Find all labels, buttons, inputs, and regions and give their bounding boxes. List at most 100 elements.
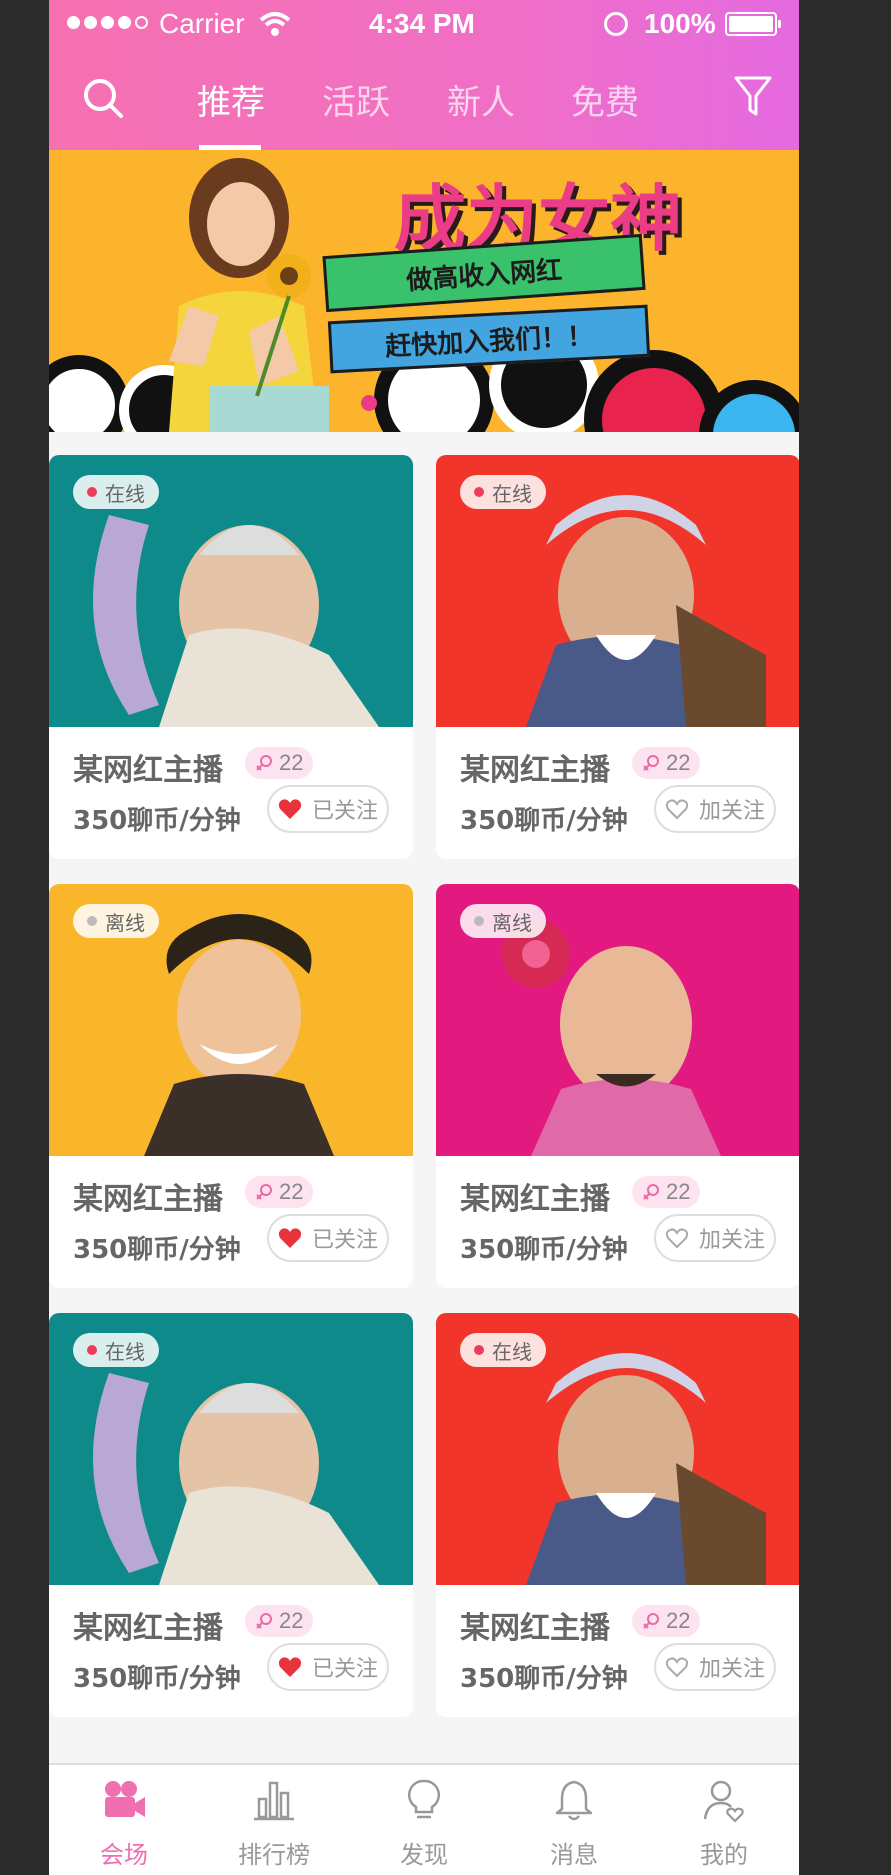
status-badge: 在线 <box>73 475 159 509</box>
anchor-name: 某网红主播 <box>73 753 223 788</box>
status-dot <box>87 916 97 926</box>
clock: 4:34 PM <box>369 8 475 39</box>
anchor-name: 某网红主播 <box>460 1182 610 1217</box>
tab-free[interactable]: 免费 <box>571 75 639 124</box>
battery-percent: 100% <box>644 8 716 39</box>
anchor-card[interactable]: 离线某网红主播 22 350聊币/分钟 加关注 <box>436 884 799 1288</box>
fans-count: 22 <box>666 1179 691 1204</box>
status-label: 离线 <box>105 910 145 935</box>
wifi-icon <box>259 12 291 36</box>
bulb-icon <box>407 1779 441 1819</box>
profile-icon <box>703 1780 744 1823</box>
follow-label: 已关注 <box>311 1657 378 1682</box>
status-label: 在线 <box>492 1339 532 1364</box>
status-bar: Carrier 4:34 PM 100% <box>49 0 799 48</box>
fans-count: 22 <box>279 1608 304 1633</box>
female-icon <box>256 755 272 771</box>
status-dot <box>474 916 484 926</box>
tabbar-item-venue[interactable]: 会场 <box>49 1765 199 1875</box>
female-icon <box>643 1613 659 1629</box>
anchor-card[interactable]: 在线某网红主播 22 350聊币/分钟 已关注 <box>49 455 413 859</box>
tab-recommend[interactable]: 推荐 <box>197 75 265 124</box>
anchor-card[interactable]: 离线某网红主播 22 350聊币/分钟 已关注 <box>49 884 413 1288</box>
status-label: 在线 <box>105 481 145 506</box>
camera-icon <box>105 1781 145 1817</box>
ranking-icon <box>254 1781 294 1821</box>
anchor-name: 某网红主播 <box>460 753 610 788</box>
status-badge: 在线 <box>460 475 546 509</box>
fans-badge: 22 <box>632 1176 701 1208</box>
status-dot <box>474 1345 484 1355</box>
carousel-dot[interactable] <box>361 395 377 411</box>
follow-button[interactable]: 已关注 <box>267 785 389 833</box>
follow-label: 加关注 <box>698 1228 765 1253</box>
price-label: 350聊币/分钟 <box>73 1235 241 1265</box>
tab-active[interactable]: 活跃 <box>322 75 390 124</box>
tabbar-item-messages[interactable]: 消息 <box>499 1765 649 1875</box>
price-label: 350聊币/分钟 <box>460 806 628 836</box>
anchor-card[interactable]: 在线 某网红主播 22 350聊币/分钟 已关注 <box>49 1313 413 1717</box>
heart-outline-icon <box>665 1657 689 1678</box>
follow-label: 加关注 <box>698 799 765 824</box>
status-dot <box>87 487 97 497</box>
status-dot <box>474 487 484 497</box>
tabbar-item-profile[interactable]: 我的 <box>649 1765 799 1875</box>
heart-filled-icon <box>278 1657 302 1677</box>
tabbar-item-discover[interactable]: 发现 <box>349 1765 499 1875</box>
follow-button[interactable]: 加关注 <box>654 1214 776 1262</box>
follow-button[interactable]: 已关注 <box>267 1643 389 1691</box>
tabbar-label: 消息 <box>550 1841 598 1869</box>
status-badge: 在线 <box>73 1333 159 1367</box>
follow-label: 加关注 <box>698 1657 765 1682</box>
status-label: 在线 <box>492 481 532 506</box>
tabbar-item-ranking[interactable]: 排行榜 <box>199 1765 349 1875</box>
filter-icon[interactable] <box>733 74 773 120</box>
heart-filled-icon <box>278 1228 302 1248</box>
fans-count: 22 <box>666 750 691 775</box>
fans-badge: 22 <box>245 747 314 779</box>
status-badge: 离线 <box>73 904 159 938</box>
tabbar-label: 发现 <box>400 1841 448 1869</box>
status-dot <box>87 1345 97 1355</box>
search-icon[interactable] <box>81 76 125 120</box>
price-label: 350聊币/分钟 <box>73 806 241 836</box>
follow-button[interactable]: 加关注 <box>654 785 776 833</box>
fans-count: 22 <box>666 1608 691 1633</box>
follow-label: 已关注 <box>311 1228 378 1253</box>
fans-count: 22 <box>279 1179 304 1204</box>
top-nav: 推荐 活跃 新人 免费 <box>49 60 799 140</box>
female-icon <box>643 755 659 771</box>
status-badge: 离线 <box>460 904 546 938</box>
follow-label: 已关注 <box>311 799 378 824</box>
follow-button[interactable]: 已关注 <box>267 1214 389 1262</box>
fans-count: 22 <box>279 750 304 775</box>
app-screen: Carrier 4:34 PM 100% 推荐 活跃 新人 免费 成为女神 做高… <box>49 0 799 1875</box>
status-label: 离线 <box>492 910 532 935</box>
rotation-lock-icon <box>604 12 628 36</box>
anchor-card[interactable]: 在线某网红主播 22 350聊币/分钟 加关注 <box>436 455 799 859</box>
heart-filled-icon <box>278 799 302 819</box>
anchor-name: 某网红主播 <box>73 1611 223 1646</box>
tab-new[interactable]: 新人 <box>447 75 515 124</box>
tabbar-label: 我的 <box>700 1841 748 1869</box>
female-icon <box>256 1613 272 1629</box>
anchor-name: 某网红主播 <box>73 1182 223 1217</box>
status-label: 在线 <box>105 1339 145 1364</box>
anchor-name: 某网红主播 <box>460 1611 610 1646</box>
fans-badge: 22 <box>245 1605 314 1637</box>
follow-button[interactable]: 加关注 <box>654 1643 776 1691</box>
signal-icon <box>67 16 148 29</box>
carrier-label: Carrier <box>159 8 245 39</box>
female-icon <box>643 1184 659 1200</box>
tabbar-label: 排行榜 <box>238 1841 310 1869</box>
price-label: 350聊币/分钟 <box>460 1664 628 1694</box>
anchor-card[interactable]: 在线某网红主播 22 350聊币/分钟 加关注 <box>436 1313 799 1717</box>
battery-icon <box>725 12 781 36</box>
fans-badge: 22 <box>245 1176 314 1208</box>
promo-banner[interactable]: 成为女神 做高收入网红 赶快加入我们！！ <box>49 150 799 432</box>
heart-outline-icon <box>665 799 689 820</box>
price-label: 350聊币/分钟 <box>460 1235 628 1265</box>
banner-ribbon-2: 赶快加入我们！！ <box>327 304 651 374</box>
female-icon <box>256 1184 272 1200</box>
fans-badge: 22 <box>632 747 701 779</box>
